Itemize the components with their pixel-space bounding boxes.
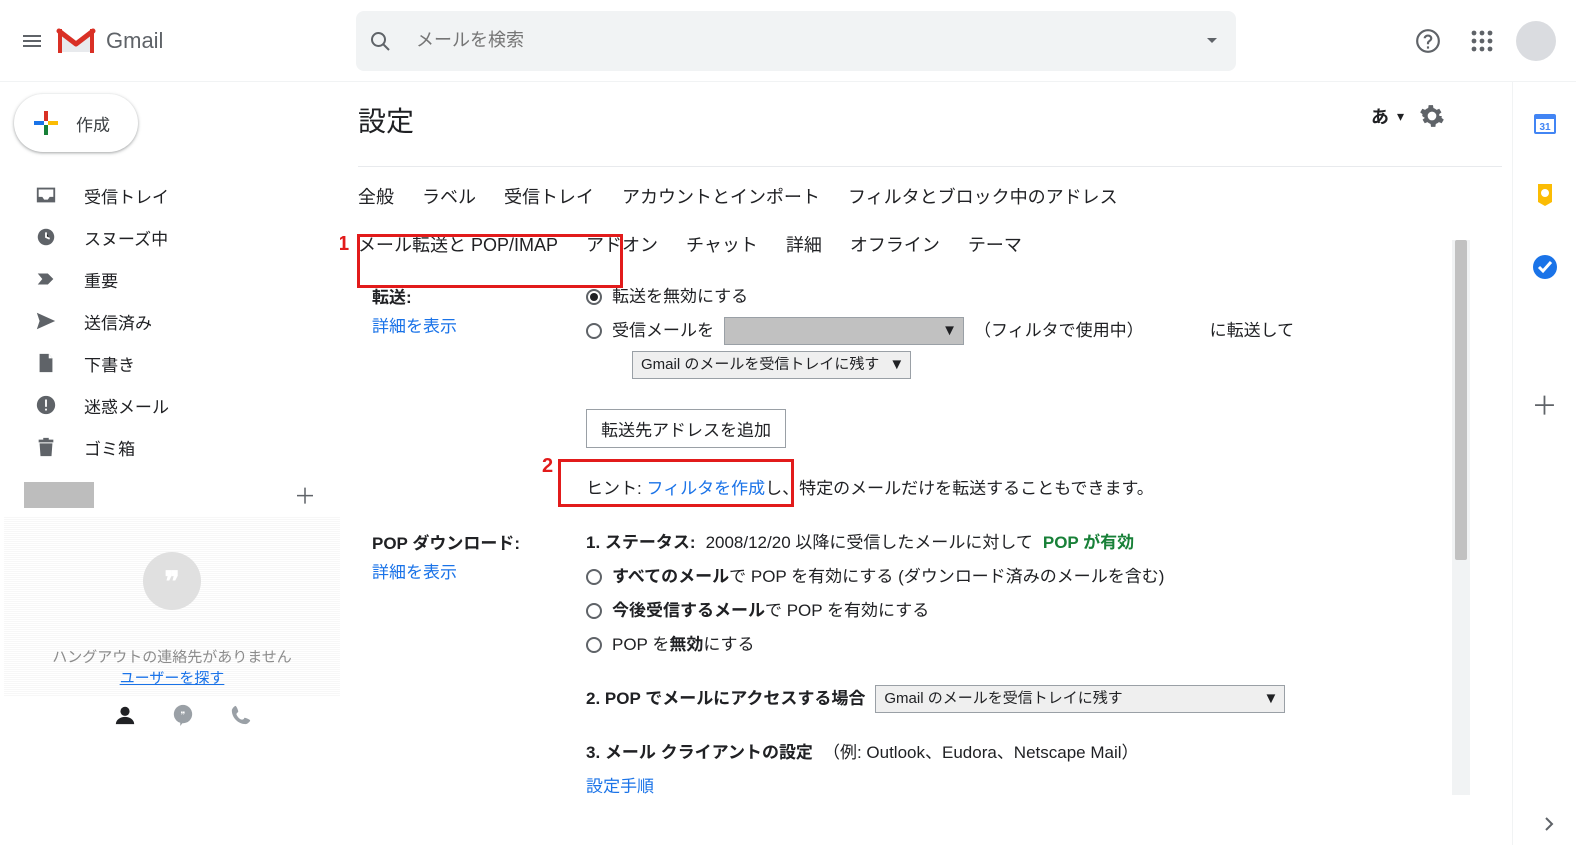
support-button[interactable] [1408, 21, 1448, 61]
add-forwarding-address-button[interactable]: 転送先アドレスを追加 [586, 409, 786, 448]
tab-general[interactable]: 全般 [358, 183, 394, 209]
pop-section-label: POP ダウンロード: [372, 529, 562, 554]
sidebar-item-label: 迷惑メール [84, 393, 169, 418]
radio-pop-disable[interactable] [586, 637, 602, 653]
search-bar[interactable] [356, 11, 1236, 71]
annotation-label-1: 1 [340, 233, 349, 256]
hangouts-find-user-link[interactable]: ユーザーを探す [120, 667, 225, 688]
apps-grid-icon [1471, 30, 1493, 52]
tab-addons[interactable]: アドオン [586, 231, 658, 257]
sidebar-item-label: 重要 [84, 267, 118, 292]
pop-client-label: 3. メール クライアントの設定 [586, 739, 813, 767]
forward-address-select[interactable]: ▼ [724, 317, 964, 345]
keep-addon-button[interactable] [1532, 182, 1558, 208]
compose-label: 作成 [76, 111, 110, 136]
radio-pop-all[interactable] [586, 569, 602, 585]
hangouts-contacts-tab[interactable] [114, 704, 136, 726]
forwarding-hint: ヒント: フィルタを作成し、特定のメールだけを転送することもできます。 [586, 474, 1442, 499]
pop-access-label: 2. POP でメールにアクセスする場合 [586, 685, 865, 713]
tasks-addon-button[interactable] [1532, 254, 1558, 280]
search-icon [368, 29, 392, 53]
forward-mid-text: （フィルタで使用中） [974, 317, 1144, 345]
forward-prefix-text: 受信メールを [612, 317, 714, 345]
inbox-icon [34, 183, 58, 207]
important-icon [34, 267, 58, 291]
tab-chat[interactable]: チャット [686, 231, 758, 257]
gear-icon [1419, 103, 1445, 129]
spam-icon [34, 393, 58, 417]
page-title: 設定 [358, 106, 414, 137]
hangouts-empty-panel: ❞ ハングアウトの連絡先がありません ユーザーを探す [4, 516, 340, 696]
hangouts-quote-icon: ❞ [143, 552, 201, 610]
radio-enable-forwarding[interactable] [586, 323, 602, 339]
pop-client-example: （例: Outlook、Eudora、Netscape Mail） [823, 739, 1139, 767]
sidebar-item-inbox[interactable]: 受信トレイ [0, 174, 340, 216]
tab-forwarding-pop-imap[interactable]: メール転送と POP/IMAP [358, 231, 558, 257]
clock-icon [34, 225, 58, 249]
pop-status-label: 1. ステータス: [586, 529, 696, 557]
compose-button[interactable]: 作成 [14, 94, 138, 152]
side-panel-toggle[interactable] [1540, 815, 1558, 833]
gmail-logo-icon [56, 26, 96, 56]
pop-detail-link[interactable]: 詳細を表示 [372, 558, 562, 583]
tab-offline[interactable]: オフライン [850, 231, 940, 257]
calendar-addon-button[interactable]: 31 [1532, 110, 1558, 136]
hangouts-chat-tab[interactable]: ❞ [172, 704, 194, 726]
forwarding-detail-link[interactable]: 詳細を表示 [372, 312, 562, 337]
radio-disable-forwarding-label: 転送を無効にする [612, 283, 748, 311]
annotation-label-2: 2 [542, 455, 553, 478]
forward-suffix-text: に転送して [1210, 317, 1295, 345]
hangouts-user-placeholder [24, 482, 94, 508]
get-addons-button[interactable]: ＋ [1531, 386, 1557, 423]
pop-status-text: 2008/12/20 以降に受信したメールに対して [706, 529, 1033, 557]
sidebar-item-label: 下書き [84, 351, 135, 376]
search-input[interactable] [416, 30, 1206, 51]
settings-gear-button[interactable] [1412, 96, 1452, 136]
svg-text:31: 31 [1539, 122, 1551, 133]
sidebar-item-label: 送信済み [84, 309, 152, 334]
draft-icon [34, 351, 58, 375]
svg-text:❞: ❞ [181, 710, 186, 720]
vertical-scrollbar[interactable] [1452, 240, 1470, 795]
tab-advanced[interactable]: 詳細 [786, 231, 822, 257]
input-language-indicator[interactable]: あ [1371, 103, 1389, 129]
tab-inbox[interactable]: 受信トレイ [504, 183, 594, 209]
tab-themes[interactable]: テーマ [968, 231, 1022, 257]
trash-icon [34, 435, 58, 459]
help-icon [1415, 28, 1441, 54]
forwarding-section-label: 転送: [372, 283, 562, 308]
sidebar-item-label: スヌーズ中 [84, 225, 168, 250]
sidebar-item-drafts[interactable]: 下書き [0, 342, 340, 384]
pop-access-select[interactable]: Gmail のメールを受信トレイに残す▼ [875, 685, 1285, 713]
pop-status-badge: POP が有効 [1043, 529, 1134, 557]
forward-action-select[interactable]: Gmail のメールを受信トレイに残す▼ [632, 351, 911, 379]
sidebar-item-spam[interactable]: 迷惑メール [0, 384, 340, 426]
search-options-caret-icon[interactable] [1206, 35, 1218, 47]
sidebar-item-snoozed[interactable]: スヌーズ中 [0, 216, 340, 258]
tab-accounts-import[interactable]: アカウントとインポート [622, 183, 820, 209]
sent-icon [34, 309, 58, 333]
sidebar-item-label: ゴミ箱 [84, 435, 135, 460]
hangouts-new-button[interactable]: ＋ [294, 479, 316, 511]
sidebar-item-trash[interactable]: ゴミ箱 [0, 426, 340, 468]
app-name: Gmail [106, 28, 163, 54]
tab-filters-blocked[interactable]: フィルタとブロック中のアドレス [848, 183, 1118, 209]
create-filter-link[interactable]: フィルタを作成 [646, 479, 765, 498]
tab-labels[interactable]: ラベル [422, 183, 476, 209]
sidebar-item-important[interactable]: 重要 [0, 258, 340, 300]
pop-setup-instructions-link[interactable]: 設定手順 [586, 773, 654, 801]
main-menu-button[interactable] [12, 21, 52, 61]
hamburger-icon [20, 29, 44, 53]
hangouts-phone-tab[interactable] [230, 704, 252, 726]
plus-icon [32, 109, 60, 137]
radio-pop-future[interactable] [586, 603, 602, 619]
radio-disable-forwarding[interactable] [586, 289, 602, 305]
google-apps-button[interactable] [1462, 21, 1502, 61]
sidebar-item-label: 受信トレイ [84, 183, 169, 208]
hangouts-empty-text: ハングアウトの連絡先がありません [52, 646, 292, 667]
hangouts-header: ＋ [4, 474, 340, 516]
account-avatar[interactable] [1516, 21, 1556, 61]
sidebar-item-sent[interactable]: 送信済み [0, 300, 340, 342]
